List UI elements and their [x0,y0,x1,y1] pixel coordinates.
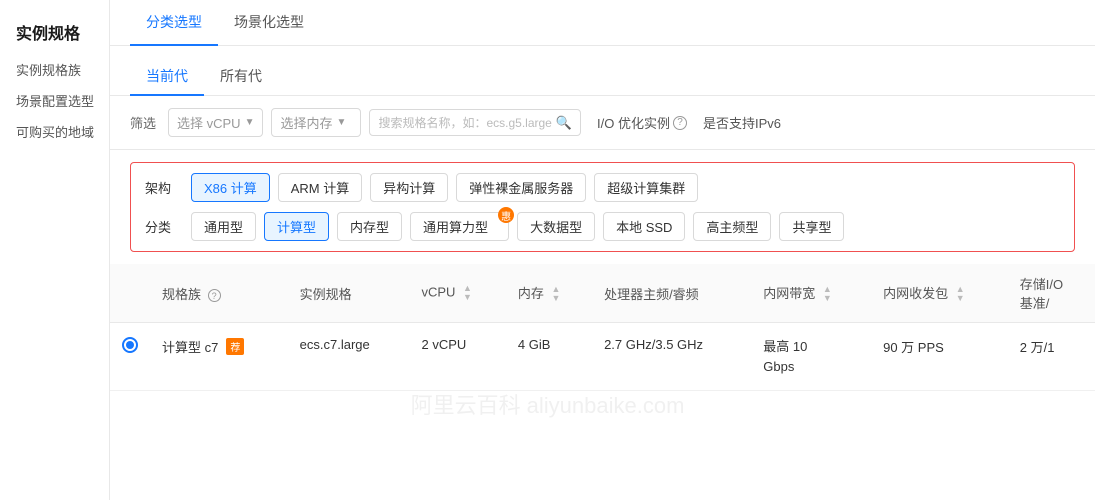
cat-tag-local-ssd[interactable]: 本地 SSD [603,212,685,241]
mem-arrow-icon: ▼ [337,117,347,128]
row-frequency-cell: 2.7 GHz/3.5 GHz [592,323,751,391]
bandwidth-sort-icon[interactable]: ▲▼ [823,285,832,303]
family-badge: 荐 [226,338,244,355]
spec-search[interactable]: 搜索规格名称，如：ecs.g5.large 🔍 [369,109,581,136]
arch-tag-bare-metal[interactable]: 弹性裸金属服务器 [456,173,586,202]
vcpu-arrow-icon: ▼ [245,117,255,128]
tab-scene[interactable]: 场景化选型 [218,0,320,46]
packets-sort-icon[interactable]: ▲▼ [956,285,965,303]
family-name: 计算型 c7 荐 [162,337,276,356]
row-packets-cell: 90 万 PPS [871,323,1008,391]
col-vcpu: vCPU ▲▼ [409,264,505,323]
row-radio[interactable] [122,337,138,353]
row-select-cell[interactable] [110,323,150,391]
row-spec-cell: ecs.c7.large [288,323,410,391]
bandwidth-value: 最高 10Gbps [763,337,859,376]
col-memory: 内存 ▲▼ [506,264,592,323]
category-row: 分类 通用型 计算型 内存型 通用算力型 惠 大数据型 本地 SSD 高主频型 … [145,212,1060,241]
category-tags: 通用型 计算型 内存型 通用算力型 惠 大数据型 本地 SSD 高主频型 共享型 [191,212,844,241]
io-help-icon[interactable]: ? [673,116,687,130]
top-tabs: 分类选型 场景化选型 [110,0,1095,46]
sidebar: 实例规格 实例规格族 场景配置选型 可购买的地域 [0,0,110,500]
family-text: 计算型 c7 [162,337,218,356]
arch-tags: X86 计算 ARM 计算 异构计算 弹性裸金属服务器 超级计算集群 [191,173,698,202]
cat-tag-general-compute[interactable]: 通用算力型 惠 [410,212,509,241]
arch-label: 架构 [145,178,181,197]
cat-tag-bigdata[interactable]: 大数据型 [517,212,595,241]
sidebar-item-family[interactable]: 实例规格族 [16,60,109,79]
arch-tag-hetero[interactable]: 异构计算 [370,173,448,202]
row-memory-cell: 4 GiB [506,323,592,391]
cat-tag-high-freq[interactable]: 高主频型 [693,212,771,241]
sidebar-title: 实例规格 [16,20,109,44]
col-frequency: 处理器主频/睿频 [592,264,751,323]
radio-inner [126,341,134,349]
general-compute-badge: 惠 [498,207,514,223]
filter-row: 筛选 选择 vCPU ▼ 选择内存 ▼ 搜索规格名称，如：ecs.g5.larg… [110,96,1095,150]
arch-tag-arm[interactable]: ARM 计算 [278,173,363,202]
row-storage-cell: 2 万/1 [1008,323,1095,391]
ipv6-label: 是否支持IPv6 [703,113,781,132]
col-bandwidth: 内网带宽 ▲▼ [751,264,871,323]
cat-tag-compute[interactable]: 计算型 [264,212,329,241]
tab-current-gen[interactable]: 当前代 [130,58,204,96]
watermark: 阿里云百科 aliyunbaike.com [411,388,685,420]
arch-row: 架构 X86 计算 ARM 计算 异构计算 弹性裸金属服务器 超级计算集群 [145,173,1060,202]
main-content: 分类选型 场景化选型 当前代 所有代 筛选 选择 vCPU ▼ 选择内存 ▼ 搜… [110,0,1095,500]
col-select [110,264,150,323]
col-spec: 实例规格 [288,264,410,323]
vcpu-placeholder: 选择 vCPU [177,113,241,132]
col-packets: 内网收发包 ▲▼ [871,264,1008,323]
row-family-cell: 计算型 c7 荐 [150,323,288,391]
family-help-icon[interactable]: ? [208,289,221,302]
gen-tabs: 当前代 所有代 [110,46,1095,96]
mem-select[interactable]: 选择内存 ▼ [271,108,361,137]
memory-sort-icon[interactable]: ▲▼ [552,285,561,303]
row-bandwidth-cell: 最高 10Gbps [751,323,871,391]
io-label: I/O 优化实例 ? [597,113,687,132]
spec-table: 规格族 ? 实例规格 vCPU ▲▼ 内存 ▲▼ 处理器主频/睿频 [110,264,1095,391]
search-icon: 🔍 [556,115,572,131]
filter-label: 筛选 [130,113,156,132]
sidebar-item-scene[interactable]: 场景配置选型 [16,91,109,110]
vcpu-select[interactable]: 选择 vCPU ▼ [168,108,263,137]
sidebar-item-region[interactable]: 可购买的地域 [16,122,109,141]
col-family: 规格族 ? [150,264,288,323]
cat-tag-general[interactable]: 通用型 [191,212,256,241]
mem-placeholder: 选择内存 [280,113,332,132]
table-row: 计算型 c7 荐 ecs.c7.large 2 vCPU 4 GiB 2.7 G… [110,323,1095,391]
arch-section: 架构 X86 计算 ARM 计算 异构计算 弹性裸金属服务器 超级计算集群 分类… [130,162,1075,252]
vcpu-sort-icon[interactable]: ▲▼ [463,284,472,302]
tab-classify[interactable]: 分类选型 [130,0,218,46]
table-header-row: 规格族 ? 实例规格 vCPU ▲▼ 内存 ▲▼ 处理器主频/睿频 [110,264,1095,323]
col-storage: 存储I/O基准/ [1008,264,1095,323]
tab-all-gen[interactable]: 所有代 [204,58,278,96]
arch-tag-hpc[interactable]: 超级计算集群 [594,173,698,202]
category-label: 分类 [145,217,181,236]
search-placeholder: 搜索规格名称，如：ecs.g5.large [378,114,551,131]
spec-name: ecs.c7.large [300,337,370,352]
cat-tag-memory[interactable]: 内存型 [337,212,402,241]
arch-tag-x86[interactable]: X86 计算 [191,173,270,202]
spec-table-wrapper: 规格族 ? 实例规格 vCPU ▲▼ 内存 ▲▼ 处理器主频/睿频 [110,264,1095,500]
cat-tag-shared[interactable]: 共享型 [779,212,844,241]
row-vcpu-cell: 2 vCPU [409,323,505,391]
